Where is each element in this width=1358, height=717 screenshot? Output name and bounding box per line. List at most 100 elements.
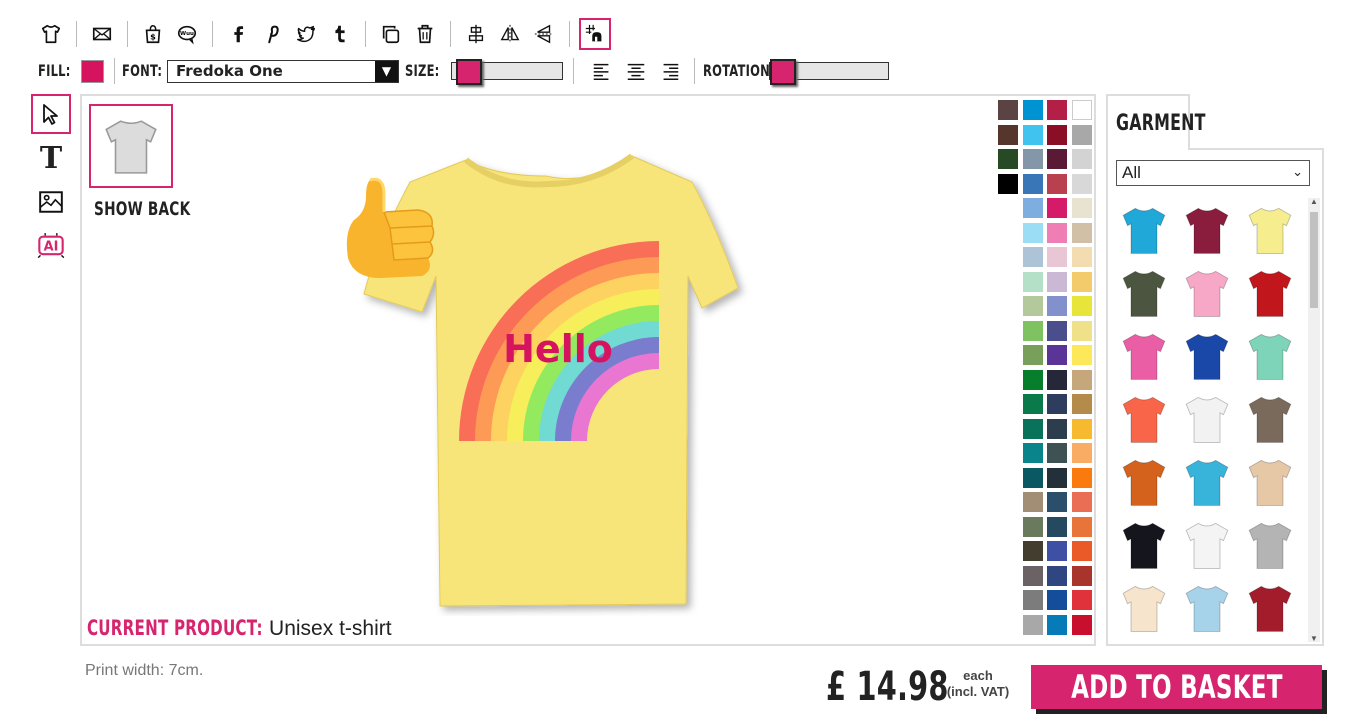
- color-swatch[interactable]: [1071, 296, 1092, 316]
- color-swatch[interactable]: [1047, 271, 1067, 292]
- color-swatch[interactable]: [1047, 100, 1067, 120]
- color-swatch[interactable]: [1071, 222, 1092, 243]
- color-swatch[interactable]: [998, 124, 1018, 145]
- color-swatch[interactable]: [1022, 149, 1043, 169]
- select-tool-icon[interactable]: [31, 94, 71, 134]
- speech-bubble-icon[interactable]: Wuu: [171, 18, 203, 50]
- garment-item[interactable]: [1238, 324, 1301, 387]
- garment-item[interactable]: [1112, 387, 1175, 450]
- garment-item[interactable]: [1175, 261, 1238, 324]
- ai-tool-icon[interactable]: AI: [31, 226, 71, 266]
- facebook-icon[interactable]: [222, 18, 254, 50]
- twitter-icon[interactable]: [290, 18, 322, 50]
- color-swatch[interactable]: [1071, 614, 1092, 635]
- duplicate-icon[interactable]: [375, 18, 407, 50]
- garment-item[interactable]: [1112, 198, 1175, 261]
- color-swatch[interactable]: [1022, 320, 1043, 341]
- scroll-down-icon[interactable]: ▼: [1310, 634, 1318, 643]
- color-swatch[interactable]: [1071, 443, 1092, 463]
- color-swatch[interactable]: [1047, 492, 1067, 512]
- garment-item[interactable]: [1238, 261, 1301, 324]
- color-swatch[interactable]: [1047, 247, 1067, 267]
- color-swatch[interactable]: [1047, 345, 1067, 365]
- rotation-slider[interactable]: [769, 59, 889, 85]
- color-swatch[interactable]: [1022, 541, 1043, 561]
- tumblr-icon[interactable]: [324, 18, 356, 50]
- color-swatch[interactable]: [1071, 369, 1092, 390]
- color-swatch[interactable]: [1047, 173, 1067, 194]
- color-swatch[interactable]: [1071, 345, 1092, 365]
- color-swatch[interactable]: [1022, 614, 1043, 635]
- color-swatch[interactable]: [1022, 516, 1043, 537]
- color-swatch[interactable]: [1047, 369, 1067, 390]
- pinterest-icon[interactable]: [256, 18, 288, 50]
- rotation-slider-thumb[interactable]: [770, 59, 796, 85]
- color-swatch[interactable]: [998, 100, 1018, 120]
- size-slider-thumb[interactable]: [456, 59, 483, 85]
- color-swatch[interactable]: [1071, 320, 1092, 341]
- color-swatch[interactable]: [1047, 516, 1067, 537]
- color-swatch[interactable]: [1047, 467, 1067, 488]
- garment-item[interactable]: [1112, 513, 1175, 576]
- garment-item[interactable]: [1112, 576, 1175, 639]
- color-swatch[interactable]: [1047, 124, 1067, 145]
- color-swatch[interactable]: [1071, 124, 1092, 145]
- garment-item[interactable]: [1238, 198, 1301, 261]
- garment-item[interactable]: [1175, 387, 1238, 450]
- color-swatch[interactable]: [1071, 492, 1092, 512]
- color-swatch[interactable]: [1071, 541, 1092, 561]
- color-swatch[interactable]: [1047, 614, 1067, 635]
- color-swatch[interactable]: [1022, 369, 1043, 390]
- garment-item[interactable]: [1238, 576, 1301, 639]
- color-swatch[interactable]: [1022, 271, 1043, 292]
- color-swatch[interactable]: [1047, 590, 1067, 610]
- garment-filter-select[interactable]: All ⌄: [1116, 160, 1310, 186]
- color-swatch[interactable]: [998, 173, 1018, 194]
- align-left-icon[interactable]: [587, 55, 617, 87]
- color-swatch[interactable]: [1071, 247, 1092, 267]
- align-right-icon[interactable]: [655, 55, 685, 87]
- color-swatch[interactable]: [1047, 418, 1067, 439]
- color-swatch[interactable]: [1047, 565, 1067, 586]
- color-swatch[interactable]: [1022, 198, 1043, 218]
- tshirt-icon[interactable]: [35, 18, 67, 50]
- tab-garment[interactable]: GARMENT: [1106, 94, 1205, 150]
- trash-icon[interactable]: [409, 18, 441, 50]
- hello-text[interactable]: Hello: [503, 327, 613, 371]
- shop-icon[interactable]: $: [137, 18, 169, 50]
- color-swatch[interactable]: [1022, 394, 1043, 414]
- color-swatch[interactable]: [1022, 173, 1043, 194]
- flip-horizontal-icon[interactable]: [494, 18, 526, 50]
- color-swatch[interactable]: [1022, 247, 1043, 267]
- color-swatch[interactable]: [1022, 467, 1043, 488]
- garment-item[interactable]: [1112, 450, 1175, 513]
- color-swatch[interactable]: [1022, 222, 1043, 243]
- color-swatch[interactable]: [1022, 100, 1043, 120]
- color-swatch[interactable]: [1022, 345, 1043, 365]
- garment-item[interactable]: [1175, 513, 1238, 576]
- color-swatch[interactable]: [1047, 320, 1067, 341]
- scroll-up-icon[interactable]: ▲: [1310, 197, 1318, 206]
- garment-item[interactable]: [1112, 324, 1175, 387]
- color-swatch[interactable]: [1022, 443, 1043, 463]
- size-slider[interactable]: [451, 59, 563, 85]
- color-swatch[interactable]: [1022, 296, 1043, 316]
- color-swatch[interactable]: [1047, 198, 1067, 218]
- color-swatch[interactable]: [1047, 394, 1067, 414]
- color-swatch[interactable]: [1047, 541, 1067, 561]
- garment-item[interactable]: [1175, 198, 1238, 261]
- garment-item[interactable]: [1175, 576, 1238, 639]
- align-text-center-icon[interactable]: [619, 55, 653, 87]
- color-swatch[interactable]: [1071, 565, 1092, 586]
- garment-item[interactable]: [1238, 513, 1301, 576]
- color-swatch[interactable]: [998, 149, 1018, 169]
- garment-scrollbar[interactable]: ▲ ▼: [1308, 197, 1320, 643]
- thumbs-up-emoji[interactable]: [340, 172, 440, 297]
- align-center-icon[interactable]: [460, 18, 492, 50]
- add-to-basket-button[interactable]: ADD TO BASKET: [1031, 665, 1322, 709]
- flip-vertical-icon[interactable]: [528, 18, 560, 50]
- color-swatch[interactable]: [1071, 516, 1092, 537]
- color-swatch[interactable]: [1047, 222, 1067, 243]
- color-swatch[interactable]: [1071, 394, 1092, 414]
- scrollbar-thumb[interactable]: [1310, 212, 1318, 308]
